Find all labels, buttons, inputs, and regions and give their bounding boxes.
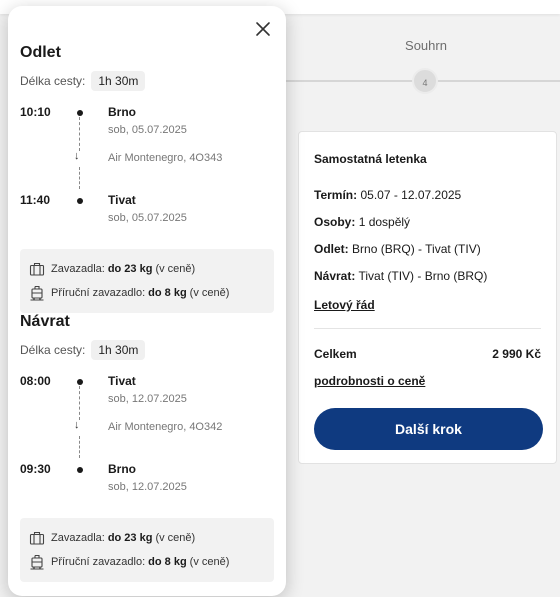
arrival-dot <box>77 198 83 204</box>
departure-date: sob, 12.07.2025 <box>108 393 187 405</box>
cabin-bag-icon <box>29 285 45 301</box>
carrier-info: Air Montenegro, 4O342 <box>108 421 223 433</box>
baggage-note: (v ceně) <box>155 263 196 275</box>
duration-label: Délka cesty: <box>20 74 86 88</box>
cabin-baggage-value: do 8 kg <box>148 287 187 299</box>
outbound-baggage-info: Zavazadla: do 23 kg (v ceně) Příruční za… <box>20 249 274 313</box>
arrow-down-icon: ↓ <box>74 150 80 162</box>
departure-time: 10:10 <box>20 105 51 119</box>
arrival-date: sob, 05.07.2025 <box>108 212 187 224</box>
departure-dot <box>77 110 83 116</box>
suitcase-icon <box>29 530 45 546</box>
departure-city: Tivat <box>108 374 136 388</box>
baggage-value: do 23 kg <box>107 263 153 275</box>
arrival-date: sob, 12.07.2025 <box>108 481 187 493</box>
arrow-down-icon: ↓ <box>74 419 80 431</box>
step-indicator-4[interactable]: 4 <box>412 68 438 94</box>
return-section: Návrat Délka cesty: 1h 30m 08:00 Tivat s… <box>20 312 274 582</box>
arrival-time: 11:40 <box>20 193 51 207</box>
summary-divider <box>314 328 541 329</box>
summary-title: Samostatná letenka <box>314 152 427 166</box>
route-line <box>79 167 80 189</box>
step-label-summary: Souhrn <box>405 38 447 53</box>
departure-dot <box>77 379 83 385</box>
outbound-section: Odlet Délka cesty: 1h 30m 10:10 Brno sob… <box>20 43 274 313</box>
persons-value: 1 dospělý <box>358 215 411 229</box>
total-price-row: Celkem 2 990 Kč <box>314 347 541 361</box>
outbound-value: Brno (BRQ) - Tivat (TIV) <box>352 242 481 256</box>
route-line <box>79 386 80 420</box>
next-step-button[interactable]: Další krok <box>314 408 543 450</box>
cabin-baggage-row: Příruční zavazadlo: do 8 kg (v ceně) <box>29 552 265 572</box>
suitcase-icon <box>29 261 45 277</box>
term-value: 05.07 - 12.07.2025 <box>360 188 462 202</box>
carrier-info: Air Montenegro, 4O343 <box>108 152 223 164</box>
return-duration: Délka cesty: 1h 30m <box>20 340 274 360</box>
route-line <box>79 436 80 458</box>
total-value: 2 990 Kč <box>492 347 541 361</box>
duration-value: 1h 30m <box>91 340 146 360</box>
term-label: Termín: <box>314 188 358 202</box>
baggage-label: Zavazadla: <box>51 263 105 275</box>
outbound-label: Odlet: <box>314 242 349 256</box>
arrival-dot <box>77 467 83 473</box>
departure-date: sob, 05.07.2025 <box>108 124 187 136</box>
cabin-baggage-label: Příruční zavazadlo: <box>51 556 146 568</box>
cabin-baggage-row: Příruční zavazadlo: do 8 kg (v ceně) <box>29 283 265 303</box>
cabin-baggage-value: do 8 kg <box>148 556 187 568</box>
arrival-city: Tivat <box>108 193 136 207</box>
persons-label: Osoby: <box>314 215 356 229</box>
flight-details-popup: Odlet Délka cesty: 1h 30m 10:10 Brno sob… <box>8 6 286 596</box>
arrival-time: 09:30 <box>20 462 51 476</box>
duration-value: 1h 30m <box>91 71 146 91</box>
departure-time: 08:00 <box>20 374 51 388</box>
baggage-label: Zavazadla: <box>51 532 105 544</box>
baggage-note: (v ceně) <box>155 532 196 544</box>
return-baggage-info: Zavazadla: do 23 kg (v ceně) Příruční za… <box>20 518 274 582</box>
route-line <box>79 117 80 151</box>
return-label: Návrat: <box>314 269 356 283</box>
baggage-value: do 23 kg <box>107 532 153 544</box>
price-details-link[interactable]: podrobnosti o ceně <box>314 374 425 388</box>
arrival-city: Brno <box>108 462 136 476</box>
cabin-bag-icon <box>29 554 45 570</box>
close-icon[interactable] <box>253 19 273 39</box>
flight-schedule-link[interactable]: Letový řád <box>314 298 375 312</box>
cabin-baggage-label: Příruční zavazadlo: <box>51 287 146 299</box>
outbound-timeline: 10:10 Brno sob, 05.07.2025 ↓ Air Montene… <box>20 105 274 235</box>
departure-city: Brno <box>108 105 136 119</box>
summary-term: Termín: 05.07 - 12.07.2025 <box>314 188 541 202</box>
outbound-title: Odlet <box>20 44 61 61</box>
checked-baggage-row: Zavazadla: do 23 kg (v ceně) <box>29 528 265 548</box>
booking-summary-card: Samostatná letenka Termín: 05.07 - 12.07… <box>298 131 557 464</box>
summary-return: Návrat: Tivat (TIV) - Brno (BRQ) <box>314 269 541 283</box>
return-title: Návrat <box>20 313 70 330</box>
cabin-baggage-note: (v ceně) <box>189 556 230 568</box>
return-timeline: 08:00 Tivat sob, 12.07.2025 ↓ Air Monten… <box>20 374 274 504</box>
total-label: Celkem <box>314 347 357 361</box>
summary-persons: Osoby: 1 dospělý <box>314 215 541 229</box>
outbound-duration: Délka cesty: 1h 30m <box>20 71 274 91</box>
summary-outbound: Odlet: Brno (BRQ) - Tivat (TIV) <box>314 242 541 256</box>
checked-baggage-row: Zavazadla: do 23 kg (v ceně) <box>29 259 265 279</box>
return-value: Tivat (TIV) - Brno (BRQ) <box>358 269 488 283</box>
cabin-baggage-note: (v ceně) <box>189 287 230 299</box>
duration-label: Délka cesty: <box>20 343 86 357</box>
